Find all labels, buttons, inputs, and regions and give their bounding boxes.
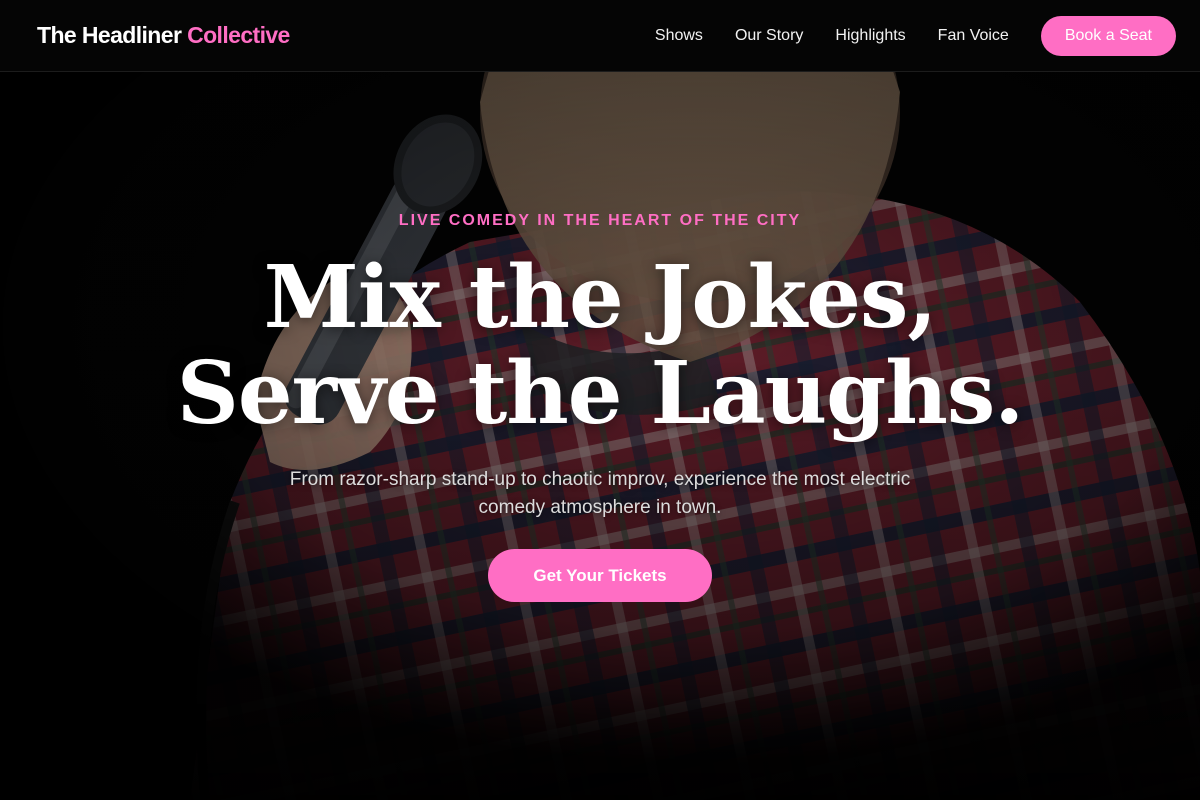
hero-content: LIVE COMEDY IN THE HEART OF THE CITY Mix… — [0, 72, 1200, 800]
nav-link-shows[interactable]: Shows — [655, 27, 703, 45]
nav-link-fan-voice[interactable]: Fan Voice — [938, 27, 1009, 45]
nav-link-highlights[interactable]: Highlights — [835, 27, 905, 45]
nav-links: Shows Our Story Highlights Fan Voice Boo… — [655, 15, 1176, 56]
hero-eyebrow: LIVE COMEDY IN THE HEART OF THE CITY — [398, 212, 802, 229]
book-seat-button[interactable]: Book a Seat — [1040, 15, 1176, 56]
top-navbar: The Headliner Collective Shows Our Story… — [0, 0, 1200, 72]
get-tickets-button[interactable]: Get Your Tickets — [488, 549, 712, 602]
brand-name: The Headliner — [37, 22, 182, 48]
hero-headline-line-1: Mix the Jokes, — [263, 247, 938, 348]
brand-name-accent: Collective — [187, 22, 290, 48]
nav-link-our-story[interactable]: Our Story — [735, 27, 803, 45]
brand-logo[interactable]: The Headliner Collective — [37, 22, 290, 49]
hero-section: LIVE COMEDY IN THE HEART OF THE CITY Mix… — [0, 72, 1200, 800]
hero-headline-line-2: Serve the Laughs. — [176, 343, 1024, 444]
hero-subheading: From razor-sharp stand-up to chaotic imp… — [289, 469, 911, 518]
hero-headline: Mix the Jokes, Serve the Laughs. — [0, 250, 1200, 442]
